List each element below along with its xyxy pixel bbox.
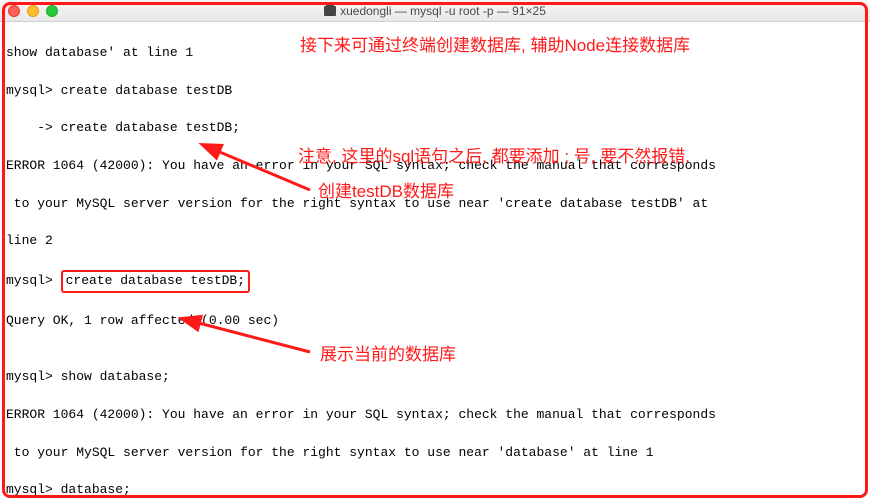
prompt: mysql> [6, 273, 61, 288]
close-icon[interactable] [8, 5, 20, 17]
terminal-line: mysql> show database; [6, 368, 864, 387]
window-title-text: xuedongli — mysql -u root -p — 91×25 [340, 4, 546, 18]
highlighted-command-create: create database testDB; [61, 270, 250, 293]
titlebar[interactable]: xuedongli — mysql -u root -p — 91×25 [0, 0, 870, 22]
terminal-line: show database' at line 1 [6, 44, 864, 63]
terminal-line: ERROR 1064 (42000): You have an error in… [6, 157, 864, 176]
terminal-line: mysql> database; [6, 481, 864, 500]
folder-icon [324, 6, 336, 16]
terminal-window: xuedongli — mysql -u root -p — 91×25 sho… [0, 0, 870, 500]
maximize-icon[interactable] [46, 5, 58, 17]
window-title: xuedongli — mysql -u root -p — 91×25 [0, 4, 870, 18]
terminal-line: mysql> create database testDB; [6, 270, 864, 293]
terminal-line: mysql> create database testDB [6, 82, 864, 101]
terminal-line: Query OK, 1 row affected (0.00 sec) [6, 312, 864, 331]
terminal-line: -> create database testDB; [6, 119, 864, 138]
terminal-line: ERROR 1064 (42000): You have an error in… [6, 406, 864, 425]
terminal-body[interactable]: show database' at line 1 mysql> create d… [0, 22, 870, 500]
minimize-icon[interactable] [27, 5, 39, 17]
terminal-line: to your MySQL server version for the rig… [6, 444, 864, 463]
terminal-line: to your MySQL server version for the rig… [6, 195, 864, 214]
terminal-line: line 2 [6, 232, 864, 251]
traffic-lights [8, 5, 58, 17]
annotation-show-databases: 展示当前的数据库 [320, 343, 456, 368]
